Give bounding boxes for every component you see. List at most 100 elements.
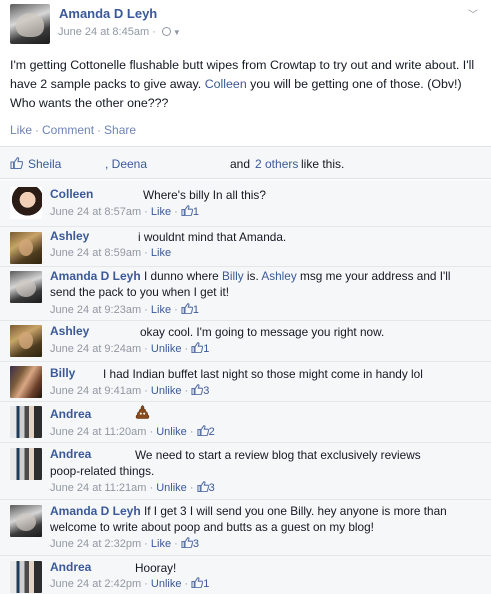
facebook-post: Amanda D Leyh June 24 at 8:45am · ▼ ﹀ I'…	[0, 0, 491, 594]
comment-time[interactable]: June 24 at 9:23am	[50, 304, 141, 316]
post-timestamp[interactable]: June 24 at 8:45am ·	[58, 26, 156, 38]
comment-unlike-button[interactable]: Unlike	[151, 385, 182, 397]
avatar[interactable]	[10, 406, 42, 438]
likes-and-text: and	[230, 157, 251, 171]
comment-like-button[interactable]: Like	[151, 206, 171, 218]
comment-time[interactable]: June 24 at 9:24am	[50, 343, 141, 355]
poop-emoji-icon	[135, 405, 150, 419]
others-link[interactable]: 2 others	[255, 157, 298, 171]
avatar[interactable]	[10, 271, 42, 303]
liker-name[interactable]: Sheila	[28, 157, 61, 171]
comment-text-part: I dunno where	[143, 269, 223, 283]
avatar[interactable]	[10, 366, 42, 398]
comment-unlike-button[interactable]: Unlike	[156, 426, 187, 438]
comment-unlike-button[interactable]: Unlike	[156, 482, 187, 494]
avatar[interactable]	[10, 325, 42, 357]
comment: Colleen Where's billy In all this? June …	[0, 180, 491, 227]
comment-like-button[interactable]: Like	[151, 304, 171, 316]
comment-meta: June 24 at 11:21am · Unlike · 3	[50, 481, 215, 494]
comment-text: okay cool. I'm going to message you righ…	[140, 325, 385, 339]
mention-link[interactable]: Ashley	[261, 269, 296, 283]
like-button[interactable]: Like	[10, 123, 32, 137]
comment-like-button[interactable]: Like	[151, 247, 171, 259]
avatar[interactable]	[10, 448, 42, 480]
commenter-name[interactable]: Amanda D Leyh	[50, 504, 141, 518]
avatar[interactable]	[10, 505, 42, 537]
comment: Billy I had Indian buffet last night so …	[0, 362, 491, 402]
share-button[interactable]: Share	[104, 123, 136, 137]
commenter-name[interactable]: Andrea	[50, 407, 91, 421]
commenter-name[interactable]: Billy	[50, 366, 75, 380]
comment-text: We need to start a review blog that excl…	[135, 447, 485, 463]
commenter-name[interactable]: Andrea	[50, 447, 91, 461]
comment-time[interactable]: June 24 at 8:57am	[50, 206, 141, 218]
comment: Ashley i wouldnt mind that Amanda. June …	[0, 227, 491, 267]
comment-time[interactable]: June 24 at 11:21am	[50, 482, 146, 494]
thumbs-up-icon	[191, 384, 204, 395]
avatar[interactable]	[10, 232, 42, 264]
separator: ·	[35, 123, 40, 137]
comment-meta: June 24 at 2:42pm · Unlike · 1	[50, 577, 210, 590]
comment: Andrea We need to start a review blog th…	[0, 443, 491, 500]
comment-text-line2: send the pack to you when I get it!	[50, 285, 230, 299]
comment-text: I had Indian buffet last night so those …	[103, 367, 423, 381]
comment-time[interactable]: June 24 at 11:20am	[50, 426, 146, 438]
commenter-name[interactable]: Colleen	[50, 187, 93, 201]
separator: ·	[97, 123, 102, 137]
comment-time[interactable]: June 24 at 9:41am	[50, 385, 141, 397]
post-meta: June 24 at 8:45am · ▼	[58, 26, 181, 38]
thumbs-up-icon	[191, 342, 204, 353]
comment-time[interactable]: June 24 at 8:59am	[50, 247, 141, 259]
comment-button[interactable]: Comment	[42, 123, 94, 137]
comment-like-button[interactable]: Like	[151, 538, 171, 550]
liker-name[interactable]: , Deena	[105, 157, 147, 171]
thumbs-up-icon	[181, 303, 193, 314]
chevron-down-icon[interactable]: ▼	[173, 28, 181, 37]
comment-text: Hooray!	[135, 561, 177, 575]
comment-like-count[interactable]: 2	[209, 426, 215, 438]
comment-like-count[interactable]: 1	[203, 578, 209, 590]
comment-like-count[interactable]: 3	[203, 385, 209, 397]
comment-text-line2: poop-related things.	[50, 464, 155, 478]
avatar[interactable]	[10, 187, 42, 219]
thumbs-up-icon	[196, 481, 209, 492]
post-body: I'm getting Cottonelle flushable butt wi…	[10, 56, 486, 113]
comment-time[interactable]: June 24 at 2:42pm	[50, 578, 141, 590]
comment-text-part: msg me your address and I'll	[296, 269, 451, 283]
globe-icon[interactable]	[161, 27, 171, 36]
author-avatar[interactable]	[10, 4, 50, 44]
comment-like-count[interactable]: 1	[193, 304, 199, 316]
comment: Andrea Hooray! June 24 at 2:42pm · Unlik…	[0, 556, 491, 594]
likes-summary: Sheila , Deena and 2 others like this.	[0, 146, 491, 179]
commenter-name[interactable]: Andrea	[50, 560, 91, 574]
comment-like-count[interactable]: 3	[193, 538, 199, 550]
comment-like-count[interactable]: 1	[193, 206, 199, 218]
comment-like-count[interactable]: 3	[209, 482, 215, 494]
comment-text: Where's billy In all this?	[143, 188, 266, 202]
comment-text-line1: We need to start a review blog that excl…	[135, 448, 421, 462]
comment-meta: June 24 at 11:20am · Unlike · 2	[50, 425, 215, 438]
comment-time[interactable]: June 24 at 2:32pm	[50, 538, 141, 550]
avatar[interactable]	[10, 561, 42, 593]
mention-link[interactable]: Billy	[222, 269, 244, 283]
post-header: Amanda D Leyh June 24 at 8:45am · ▼ ﹀	[0, 0, 491, 52]
post-author-name[interactable]: Amanda D Leyh	[59, 6, 157, 21]
comment-text: Amanda D Leyh I dunno where Billy is. As…	[50, 268, 490, 300]
post-options-chevron-icon[interactable]: ﹀	[468, 6, 478, 21]
thumbs-up-icon	[181, 537, 193, 548]
commenter-name[interactable]: Ashley	[50, 324, 89, 338]
comment-text-part: is.	[243, 269, 262, 283]
comment-unlike-button[interactable]: Unlike	[151, 343, 182, 355]
comment-meta: June 24 at 8:57am · Like · 1	[50, 205, 199, 218]
comment-unlike-button[interactable]: Unlike	[151, 578, 182, 590]
post-actions: Like · Comment · Share	[10, 123, 136, 137]
thumbs-up-icon	[196, 425, 209, 436]
commenter-name[interactable]: Amanda D Leyh	[50, 269, 141, 283]
comment-meta: June 24 at 9:41am · Unlike · 3	[50, 384, 210, 397]
commenter-name[interactable]: Ashley	[50, 229, 89, 243]
comment: Amanda D Leyh If I get 3 I will send you…	[0, 500, 491, 556]
comment-like-count[interactable]: 1	[203, 343, 209, 355]
comments-list: Colleen Where's billy In all this? June …	[0, 180, 491, 594]
post-mention-link[interactable]: Colleen	[205, 77, 247, 91]
comment-meta: June 24 at 9:24am · Unlike · 1	[50, 342, 210, 355]
